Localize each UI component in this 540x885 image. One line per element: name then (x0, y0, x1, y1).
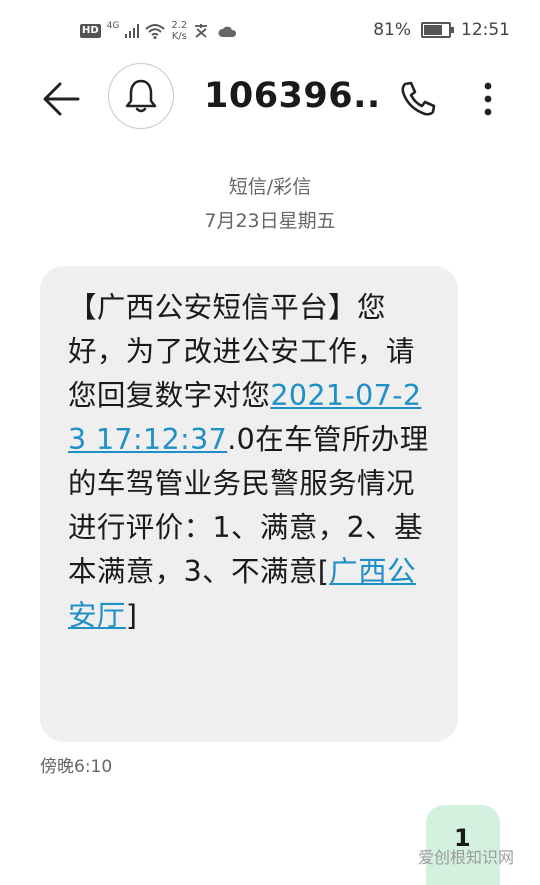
conversation-header: 短信/彩信 7月23日星期五 (0, 170, 540, 238)
call-button[interactable] (396, 77, 440, 121)
battery-icon (421, 22, 454, 38)
back-button[interactable] (40, 77, 84, 121)
clock: 12:51 (461, 20, 510, 40)
network-speed-value: 2.2 (171, 20, 188, 31)
more-options-button[interactable] (466, 77, 510, 121)
network-speed-unit: K/s (171, 31, 187, 42)
message-timestamp: 傍晚6:10 (40, 757, 113, 777)
hd-icon: HD (80, 24, 101, 38)
bell-icon (125, 79, 157, 113)
more-vertical-icon (484, 82, 492, 116)
signal-icon (125, 24, 140, 38)
status-bar: HD 4G 2.2 K/s 81% 12:51 (0, 0, 540, 62)
message-text: ] (125, 599, 138, 632)
arrow-left-icon (43, 82, 80, 116)
battery-percent: 81% (373, 20, 411, 40)
conversation-toolbar: 106396... (0, 62, 540, 136)
contact-title[interactable]: 106396... (204, 76, 384, 116)
phone-icon (401, 81, 436, 116)
contact-avatar[interactable] (108, 63, 174, 129)
wifi-icon (145, 24, 166, 39)
network-type-label: 4G (106, 21, 120, 31)
message-type-label: 短信/彩信 (228, 176, 312, 198)
battery-fill (424, 25, 442, 35)
status-right-group: 81% 12:51 (373, 20, 510, 40)
network-speed: 2.2 K/s (171, 20, 187, 42)
date-separator: 7月23日星期五 (204, 210, 336, 232)
incoming-message-bubble[interactable]: 【广西公安短信平台】您好，为了改进公安工作，请您回复数字对您2021-07-23… (40, 266, 458, 742)
watermark: 爱创根知识网 (417, 848, 514, 867)
notification-app-icon (195, 24, 208, 38)
status-left-group: HD 4G 2.2 K/s (80, 20, 237, 42)
cloud-icon (218, 26, 237, 37)
